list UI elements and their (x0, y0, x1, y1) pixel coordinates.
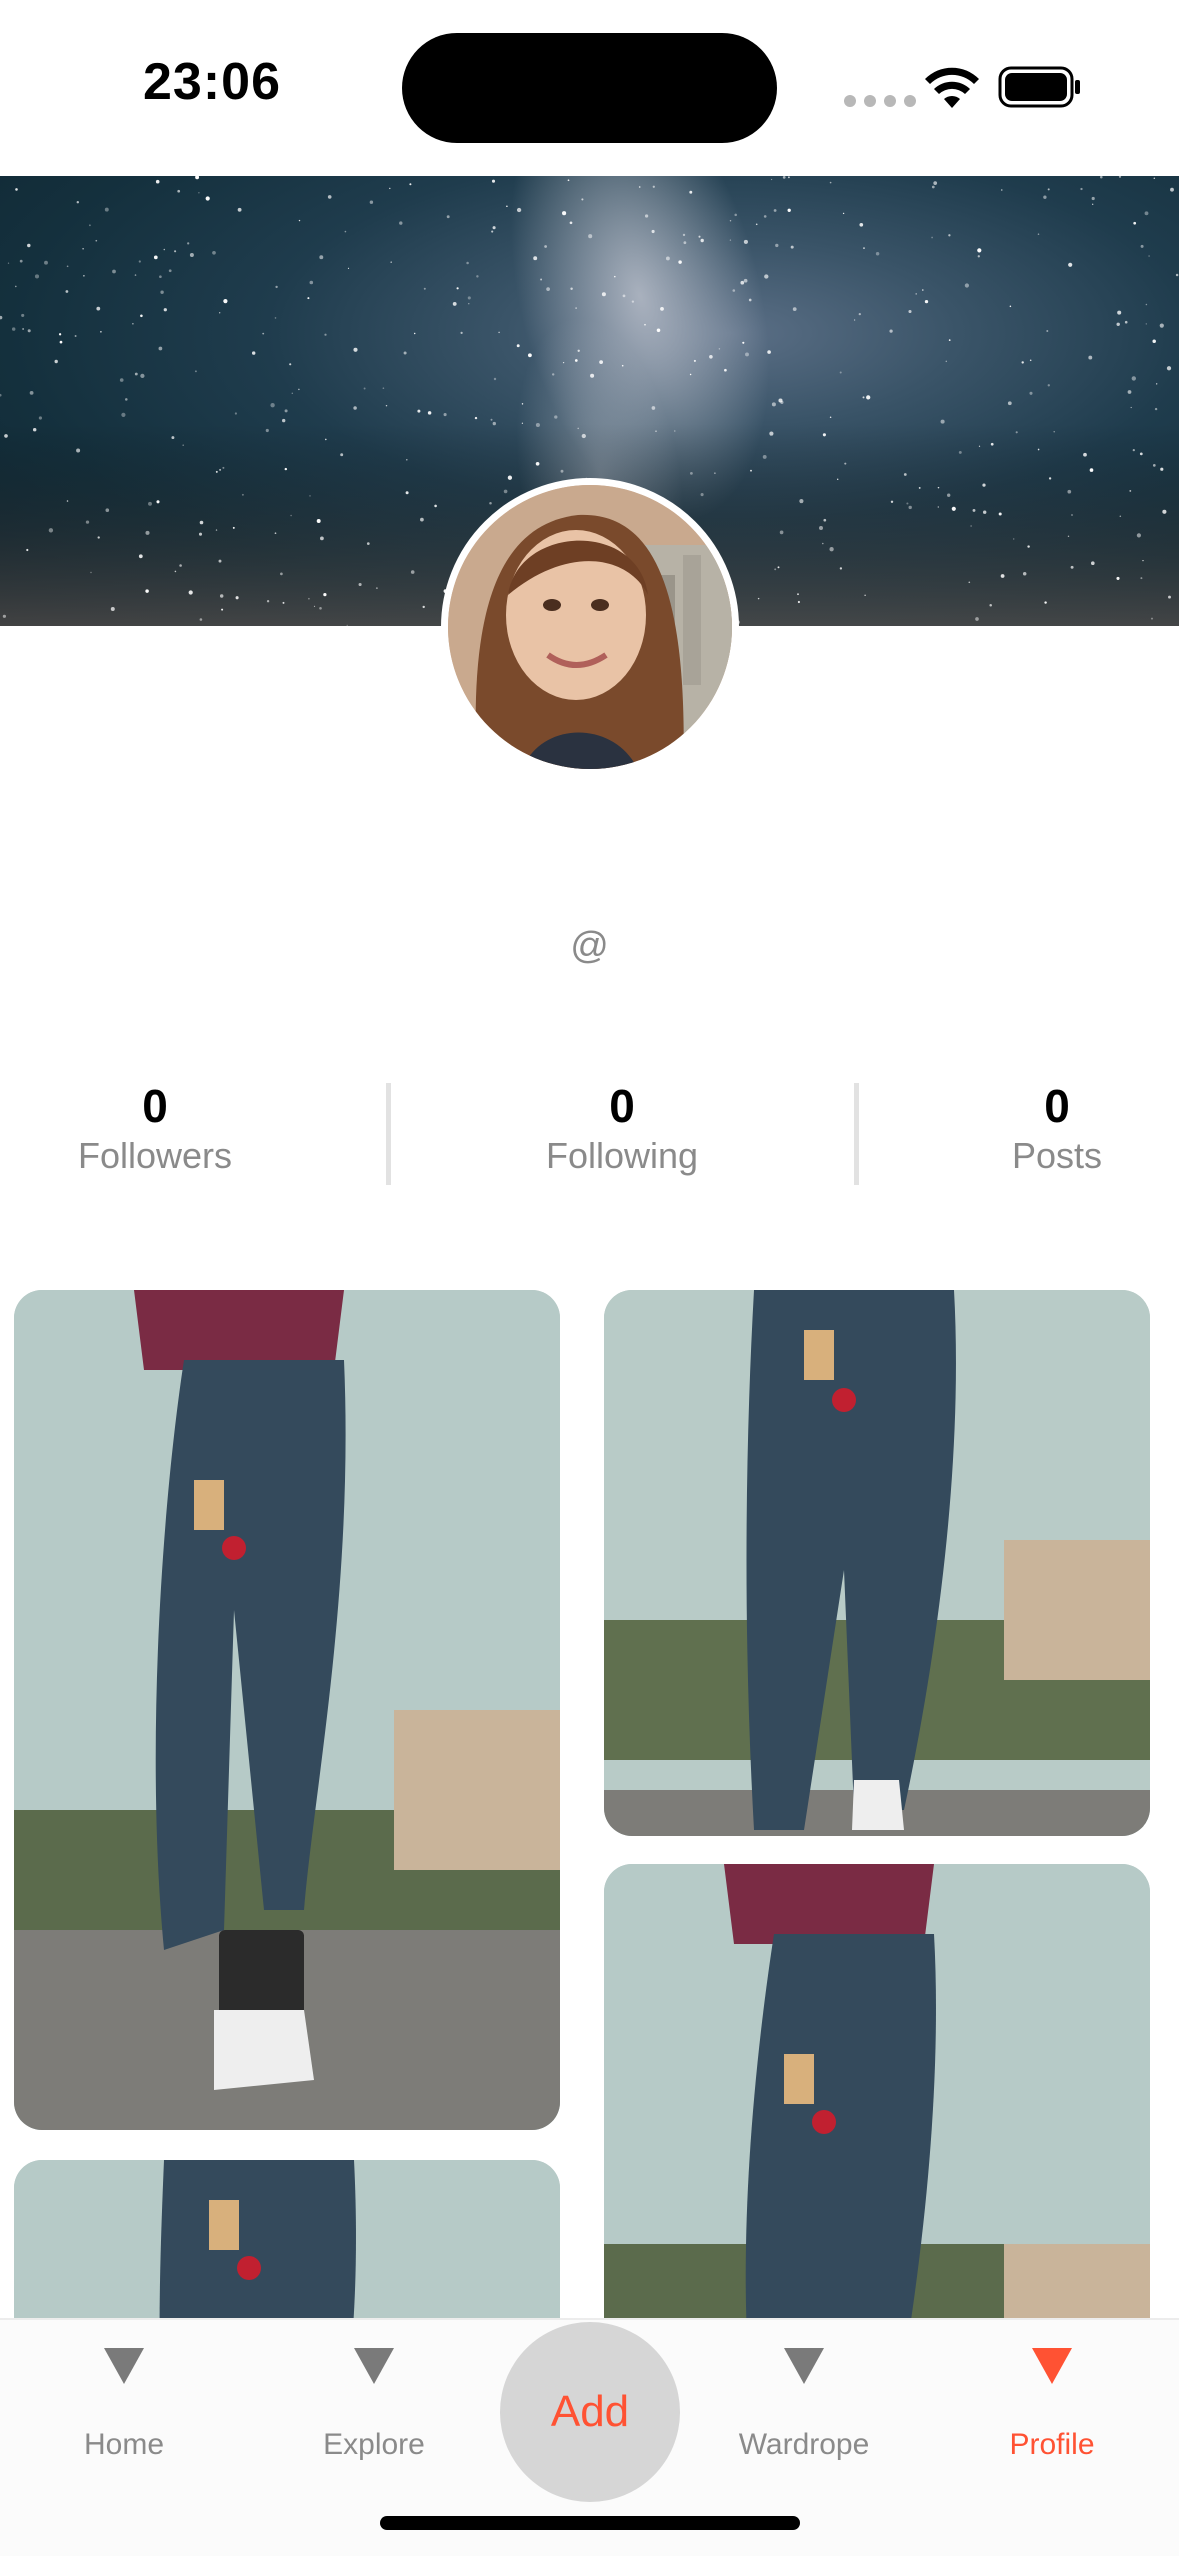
tab-wardrope[interactable]: Wardrope (714, 2348, 894, 2462)
followers-label: Followers (77, 1134, 233, 1176)
tab-profile[interactable]: Profile (962, 2348, 1142, 2462)
stat-divider (386, 1083, 391, 1185)
following-count: 0 (609, 1080, 635, 1132)
profile-avatar[interactable] (441, 478, 739, 776)
stat-followers[interactable]: 0 Followers (45, 1080, 265, 1180)
cellular-signal-icon (844, 95, 916, 107)
triangle-down-icon (784, 2348, 824, 2384)
triangle-down-icon (354, 2348, 394, 2384)
tab-explore[interactable]: Explore (284, 2348, 464, 2462)
home-indicator[interactable] (380, 2516, 800, 2530)
stat-posts[interactable]: 0 Posts (947, 1080, 1167, 1180)
profile-handle: @ (570, 925, 609, 967)
status-time: 23:06 (143, 53, 281, 111)
following-label: Following (545, 1134, 699, 1176)
stat-divider (854, 1083, 859, 1185)
tab-profile-label: Profile (1009, 2428, 1095, 2461)
triangle-down-icon (104, 2348, 144, 2384)
tab-explore-label: Explore (323, 2428, 425, 2461)
status-bar: 23:06 (0, 0, 1179, 176)
tab-wardrope-label: Wardrope (738, 2428, 870, 2461)
post-thumbnail[interactable] (14, 1290, 560, 2130)
stat-following[interactable]: 0 Following (512, 1080, 732, 1180)
tab-home[interactable]: Home (34, 2348, 214, 2462)
tab-home-label: Home (83, 2428, 165, 2461)
add-button[interactable]: Add (500, 2322, 680, 2502)
profile-screen: 23:06 @ 0 Followers 0 Following 0 Posts … (0, 0, 1179, 2556)
posts-count: 0 (1044, 1080, 1070, 1132)
post-thumbnail[interactable] (604, 1290, 1150, 1836)
wifi-icon (925, 67, 979, 108)
dynamic-island (402, 33, 777, 143)
followers-count: 0 (142, 1080, 168, 1132)
posts-label: Posts (1011, 1134, 1103, 1176)
battery-icon (998, 66, 1080, 108)
triangle-down-icon (1032, 2348, 1072, 2384)
